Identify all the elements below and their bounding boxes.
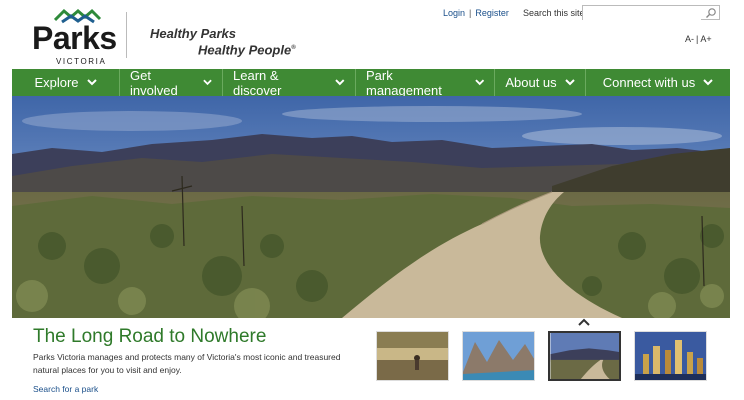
logo-wordmark: Parks <box>32 20 117 56</box>
search-box <box>582 5 720 23</box>
utility-links: Login | Register <box>443 8 509 18</box>
search-for-park-link[interactable]: Search for a park <box>33 384 98 394</box>
thumbnail-image <box>635 332 706 380</box>
tagline-line-1: Healthy Parks <box>150 26 236 41</box>
hero-image[interactable] <box>12 96 730 318</box>
thumbnail-outback-road[interactable] <box>548 331 621 381</box>
register-link[interactable]: Register <box>475 8 509 18</box>
nav-item-label: About us <box>505 75 557 90</box>
chevron-down-icon <box>564 79 575 86</box>
chevron-down-icon <box>335 79 345 86</box>
header-divider <box>126 12 127 58</box>
tagline: Healthy Parks Healthy People® <box>150 27 296 57</box>
search-input[interactable] <box>583 9 701 23</box>
login-link[interactable]: Login <box>443 8 465 18</box>
nav-item-explore[interactable]: Explore <box>12 69 120 96</box>
text-size-larger[interactable]: A+ <box>700 34 711 44</box>
feature-title: The Long Road to Nowhere <box>33 326 267 347</box>
logo-subtitle: VICTORIA <box>56 57 107 66</box>
utility-separator: | <box>469 8 472 18</box>
nav-item-about-us[interactable]: About us <box>495 69 586 96</box>
nav-item-label: Explore <box>34 75 79 90</box>
chevron-down-icon <box>86 79 97 86</box>
active-slide-caret-icon <box>578 318 590 326</box>
nav-item-get-involved[interactable]: Get involved <box>120 67 223 98</box>
nav-item-park-management[interactable]: Park management <box>356 67 495 98</box>
text-size-controls: A- | A+ <box>684 34 713 44</box>
parks-victoria-logo[interactable]: Parks VICTORIA <box>32 8 124 66</box>
search-label: Search this site <box>523 8 585 18</box>
chevron-down-icon <box>703 79 713 86</box>
main-nav: Explore Get involved Learn & discover Pa… <box>12 67 730 98</box>
chevron-down-icon <box>474 79 484 86</box>
nav-item-learn-discover[interactable]: Learn & discover <box>223 67 356 98</box>
thumbnail-image <box>550 333 619 379</box>
feature-description: Parks Victoria manages and protects many… <box>33 352 341 375</box>
nav-item-label: Get involved <box>130 67 178 98</box>
nav-item-label: Park management <box>366 67 442 98</box>
nav-item-label: Connect with us <box>602 75 696 90</box>
thumbnail-city-skyline[interactable] <box>634 331 707 381</box>
chevron-down-icon <box>203 79 212 86</box>
nav-item-connect-with-us[interactable]: Connect with us <box>586 69 730 96</box>
nav-item-label: Learn & discover <box>233 67 282 98</box>
thumbnail-river-wader[interactable] <box>376 331 449 381</box>
thumbnail-image <box>463 332 534 380</box>
tagline-line-2-text: Healthy People <box>198 42 292 58</box>
landscape-road-image <box>12 96 730 318</box>
search-icon[interactable] <box>705 7 717 19</box>
thumbnail-image <box>377 332 448 380</box>
thumbnail-mountain-lake[interactable] <box>462 331 535 381</box>
tagline-line-2: Healthy People® <box>150 41 296 57</box>
registered-mark: ® <box>291 45 296 51</box>
text-size-separator: | <box>696 34 699 44</box>
text-size-smaller[interactable]: A- <box>685 34 694 44</box>
